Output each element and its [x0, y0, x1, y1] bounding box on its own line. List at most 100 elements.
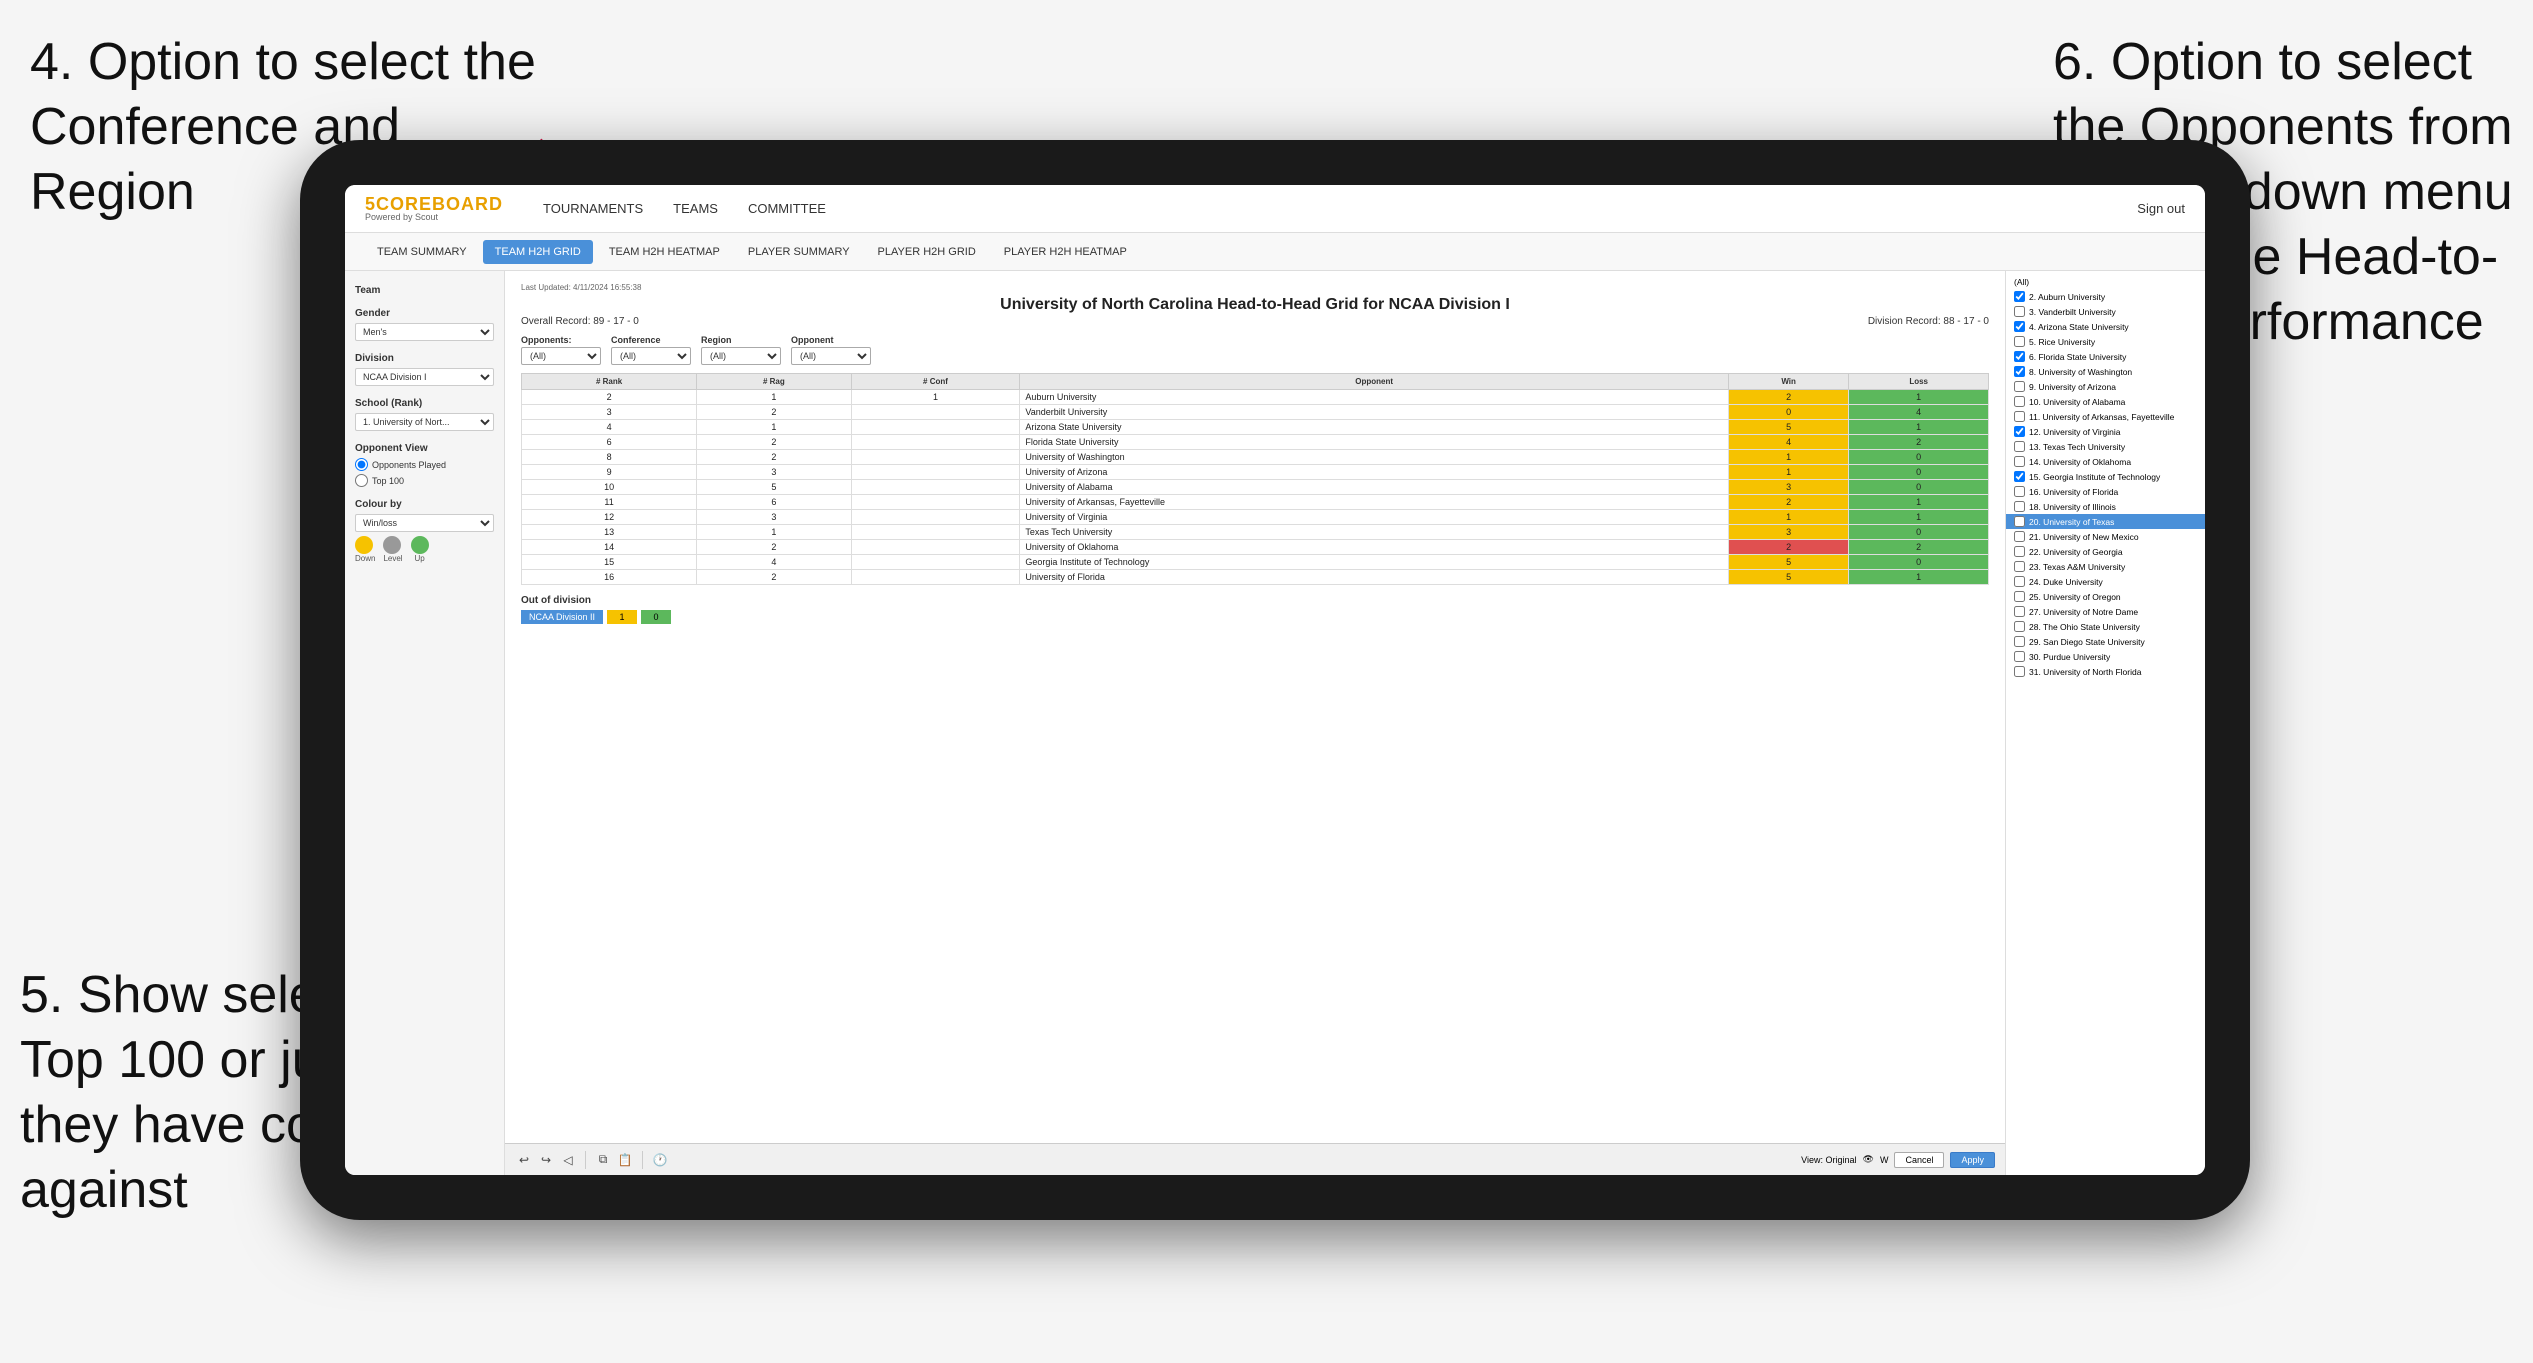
sidebar-colour-select[interactable]: Win/loss — [355, 514, 494, 532]
tablet-shell: 5COREBOARD Powered by Scout TOURNAMENTS … — [300, 140, 2250, 1220]
panel-item[interactable]: 8. University of Washington — [2006, 364, 2205, 379]
sidebar-radio-group: Opponents Played Top 100 — [355, 458, 494, 487]
panel-item[interactable]: 31. University of North Florida — [2006, 664, 2205, 679]
panel-item-label: 28. The Ohio State University — [2029, 622, 2140, 632]
subnav-team-h2h-grid[interactable]: TEAM H2H GRID — [483, 240, 593, 264]
subnav-player-h2h-heatmap[interactable]: PLAYER H2H HEATMAP — [992, 240, 1139, 264]
toolbar-undo-icon[interactable]: ↩ — [515, 1151, 533, 1169]
toolbar-copy-icon[interactable]: ⧉ — [594, 1151, 612, 1169]
panel-item[interactable]: 18. University of Illinois — [2006, 499, 2205, 514]
opponent-select[interactable]: (All) — [791, 347, 871, 365]
cell-conf — [851, 510, 1020, 525]
panel-item[interactable]: 3. Vanderbilt University — [2006, 304, 2205, 319]
panel-item[interactable]: 30. Purdue University — [2006, 649, 2205, 664]
subnav-player-summary[interactable]: PLAYER SUMMARY — [736, 240, 862, 264]
toolbar-cancel-button[interactable]: Cancel — [1894, 1152, 1944, 1168]
panel-item[interactable]: 9. University of Arizona — [2006, 379, 2205, 394]
panel-item-label: 6. Florida State University — [2029, 352, 2126, 362]
panel-item[interactable]: 2. Auburn University — [2006, 289, 2205, 304]
panel-item[interactable]: 16. University of Florida — [2006, 484, 2205, 499]
subnav-team-summary[interactable]: TEAM SUMMARY — [365, 240, 479, 264]
sidebar-opponent-view-label: Opponent View — [355, 443, 494, 454]
cell-opponent: University of Oklahoma — [1020, 540, 1729, 555]
cell-rag: 6 — [697, 495, 851, 510]
conference-filter-group: Conference (All) — [611, 335, 691, 365]
panel-item[interactable]: 4. Arizona State University — [2006, 319, 2205, 334]
table-row: 13 1 Texas Tech University 3 0 — [522, 525, 1989, 540]
table-row: 10 5 University of Alabama 3 0 — [522, 480, 1989, 495]
toolbar-redo-icon[interactable]: ↪ — [537, 1151, 555, 1169]
cell-rank: 8 — [522, 450, 697, 465]
panel-item-label: 24. Duke University — [2029, 577, 2103, 587]
cell-rag: 2 — [697, 570, 851, 585]
panel-item[interactable]: 27. University of Notre Dame — [2006, 604, 2205, 619]
panel-item-label: 15. Georgia Institute of Technology — [2029, 472, 2160, 482]
cell-rank: 11 — [522, 495, 697, 510]
panel-item[interactable]: 10. University of Alabama — [2006, 394, 2205, 409]
out-of-division: Out of division NCAA Division II 1 0 — [521, 595, 1989, 624]
col-loss: Loss — [1849, 374, 1989, 390]
tablet-screen: 5COREBOARD Powered by Scout TOURNAMENTS … — [345, 185, 2205, 1175]
nav-tournaments[interactable]: TOURNAMENTS — [543, 197, 643, 220]
panel-item[interactable]: 25. University of Oregon — [2006, 589, 2205, 604]
panel-item-label: 2. Auburn University — [2029, 292, 2105, 302]
opponent-filter-group: Opponent (All) — [791, 335, 871, 365]
cell-opponent: Vanderbilt University — [1020, 405, 1729, 420]
toolbar-apply-button[interactable]: Apply — [1950, 1152, 1995, 1168]
sidebar-radio-top100[interactable]: Top 100 — [355, 474, 494, 487]
nav-committee[interactable]: COMMITTEE — [748, 197, 826, 220]
sub-nav: TEAM SUMMARY TEAM H2H GRID TEAM H2H HEAT… — [345, 233, 2205, 271]
sidebar-gender-section: Gender Men's — [355, 308, 494, 341]
cell-win: 3 — [1728, 480, 1848, 495]
sidebar-school-select[interactable]: 1. University of Nort... — [355, 413, 494, 431]
sidebar-radio-opponents-played[interactable]: Opponents Played — [355, 458, 494, 471]
nav-signout[interactable]: Sign out — [2137, 201, 2185, 216]
cell-loss: 0 — [1849, 525, 1989, 540]
subnav-player-h2h-grid[interactable]: PLAYER H2H GRID — [866, 240, 988, 264]
panel-item-label: 23. Texas A&M University — [2029, 562, 2125, 572]
conference-select[interactable]: (All) — [611, 347, 691, 365]
opponents-select[interactable]: (All) — [521, 347, 601, 365]
panel-item[interactable]: 22. University of Georgia — [2006, 544, 2205, 559]
toolbar-view-label: View: Original — [1801, 1155, 1856, 1165]
record-row: Overall Record: 89 - 17 - 0 Division Rec… — [521, 316, 1989, 327]
table-row: 16 2 University of Florida 5 1 — [522, 570, 1989, 585]
panel-item[interactable]: 13. Texas Tech University — [2006, 439, 2205, 454]
cell-rank: 13 — [522, 525, 697, 540]
panel-item[interactable]: 29. San Diego State University — [2006, 634, 2205, 649]
panel-item[interactable]: 11. University of Arkansas, Fayetteville — [2006, 409, 2205, 424]
right-panel: (All) 2. Auburn University 3. Vanderbilt U… — [2005, 271, 2205, 1175]
panel-item[interactable]: 21. University of New Mexico — [2006, 529, 2205, 544]
toolbar-paste-icon[interactable]: 📋 — [616, 1151, 634, 1169]
panel-item-label: 5. Rice University — [2029, 337, 2095, 347]
panel-item[interactable]: 23. Texas A&M University — [2006, 559, 2205, 574]
panel-item[interactable]: 28. The Ohio State University — [2006, 619, 2205, 634]
panel-item[interactable]: (All) — [2006, 275, 2205, 289]
panel-item[interactable]: 20. University of Texas — [2006, 514, 2205, 529]
nav-links: TOURNAMENTS TEAMS COMMITTEE — [543, 197, 826, 220]
cell-opponent: University of Washington — [1020, 450, 1729, 465]
cell-opponent: University of Virginia — [1020, 510, 1729, 525]
panel-item[interactable]: 15. Georgia Institute of Technology — [2006, 469, 2205, 484]
region-select[interactable]: (All) — [701, 347, 781, 365]
panel-item[interactable]: 12. University of Virginia — [2006, 424, 2205, 439]
panel-item[interactable]: 24. Duke University — [2006, 574, 2205, 589]
panel-item[interactable]: 5. Rice University — [2006, 334, 2205, 349]
cell-opponent: Florida State University — [1020, 435, 1729, 450]
panel-item[interactable]: 6. Florida State University — [2006, 349, 2205, 364]
toolbar-time-icon[interactable]: 🕐 — [651, 1151, 669, 1169]
overall-record: Overall Record: 89 - 17 - 0 — [521, 316, 639, 327]
cell-conf — [851, 555, 1020, 570]
cell-conf — [851, 540, 1020, 555]
cell-loss: 0 — [1849, 450, 1989, 465]
cell-conf — [851, 465, 1020, 480]
sidebar-division-select[interactable]: NCAA Division I — [355, 368, 494, 386]
nav-teams[interactable]: TEAMS — [673, 197, 718, 220]
cell-opponent: University of Alabama — [1020, 480, 1729, 495]
panel-item[interactable]: 14. University of Oklahoma — [2006, 454, 2205, 469]
panel-item-label: 20. University of Texas — [2029, 517, 2114, 527]
table-row: 15 4 Georgia Institute of Technology 5 0 — [522, 555, 1989, 570]
subnav-team-h2h-heatmap[interactable]: TEAM H2H HEATMAP — [597, 240, 732, 264]
toolbar-back-icon[interactable]: ◁ — [559, 1151, 577, 1169]
sidebar-gender-select[interactable]: Men's — [355, 323, 494, 341]
